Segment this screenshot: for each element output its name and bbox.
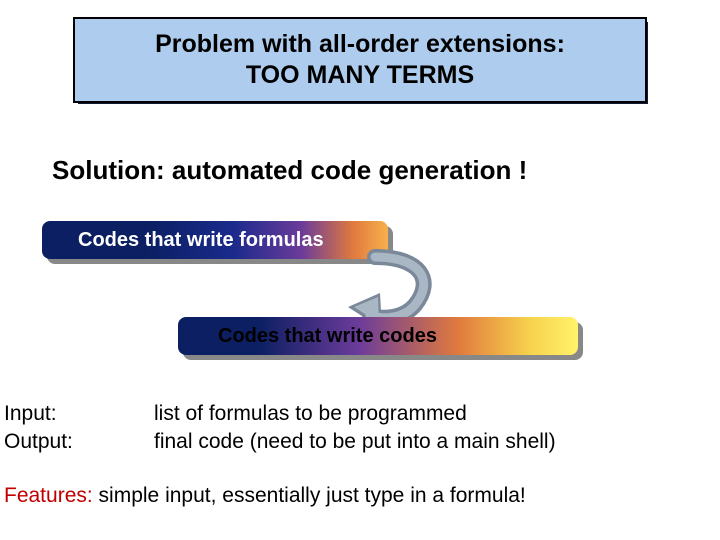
title-box: Problem with all-order extensions: TOO M… xyxy=(73,17,647,103)
features-label: Features: xyxy=(4,484,93,507)
io-input-text: list of formulas to be programmed xyxy=(154,400,467,428)
pill-2-label: Codes that write codes xyxy=(218,325,437,348)
title-line-1: Problem with all-order extensions: xyxy=(155,30,565,58)
title-line-2: TOO MANY TERMS xyxy=(246,61,474,89)
slide: Problem with all-order extensions: TOO M… xyxy=(0,0,720,540)
pill-codes-write-formulas: Codes that write formulas xyxy=(42,221,388,259)
io-output-row: Output: final code (need to be put into … xyxy=(4,428,556,456)
io-output-text: final code (need to be put into a main s… xyxy=(154,428,556,456)
io-input-row: Input: list of formulas to be programmed xyxy=(4,400,556,428)
features-line: Features: simple input, essentially just… xyxy=(4,484,526,508)
pill-codes-write-codes: Codes that write codes xyxy=(178,317,578,355)
io-input-label: Input: xyxy=(4,400,154,428)
io-block: Input: list of formulas to be programmed… xyxy=(4,400,556,457)
title-text: Problem with all-order extensions: TOO M… xyxy=(155,29,565,92)
features-text: simple input, essentially just type in a… xyxy=(93,484,526,507)
solution-heading: Solution: automated code generation ! xyxy=(52,155,527,186)
pill-1-label: Codes that write formulas xyxy=(78,229,324,252)
io-output-label: Output: xyxy=(4,428,154,456)
